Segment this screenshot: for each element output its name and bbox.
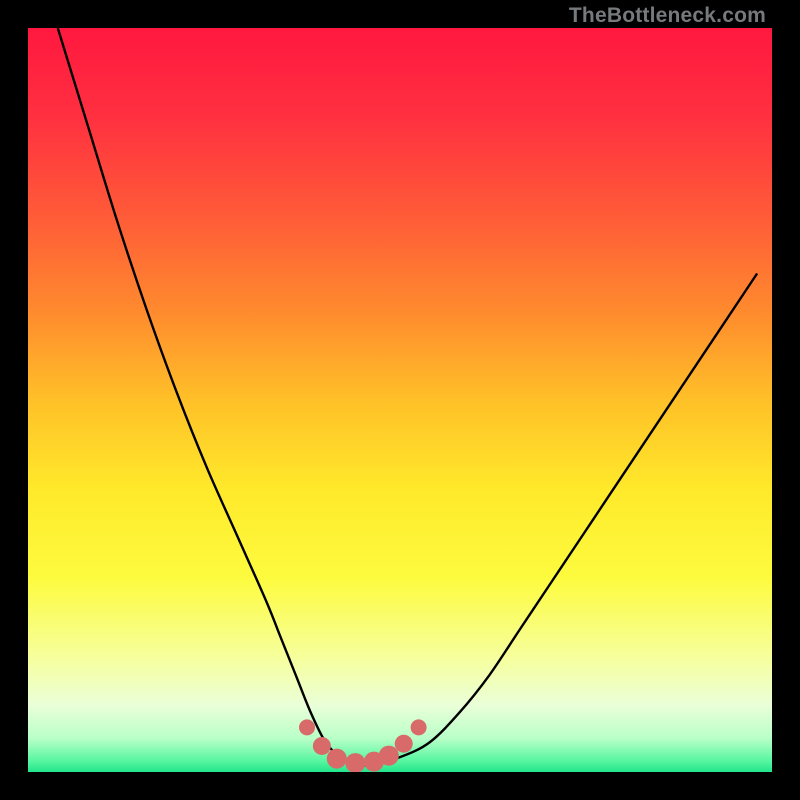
- optimal-marker: [327, 749, 347, 769]
- optimal-marker: [395, 735, 413, 753]
- optimal-marker: [411, 719, 427, 735]
- optimal-marker: [313, 737, 331, 755]
- plot-area: [28, 28, 772, 772]
- watermark-text: TheBottleneck.com: [569, 4, 766, 28]
- outer-frame: TheBottleneck.com: [0, 0, 800, 800]
- chart-svg: [28, 28, 772, 772]
- optimal-marker: [299, 719, 315, 735]
- heat-gradient: [28, 28, 772, 772]
- optimal-marker: [379, 746, 399, 766]
